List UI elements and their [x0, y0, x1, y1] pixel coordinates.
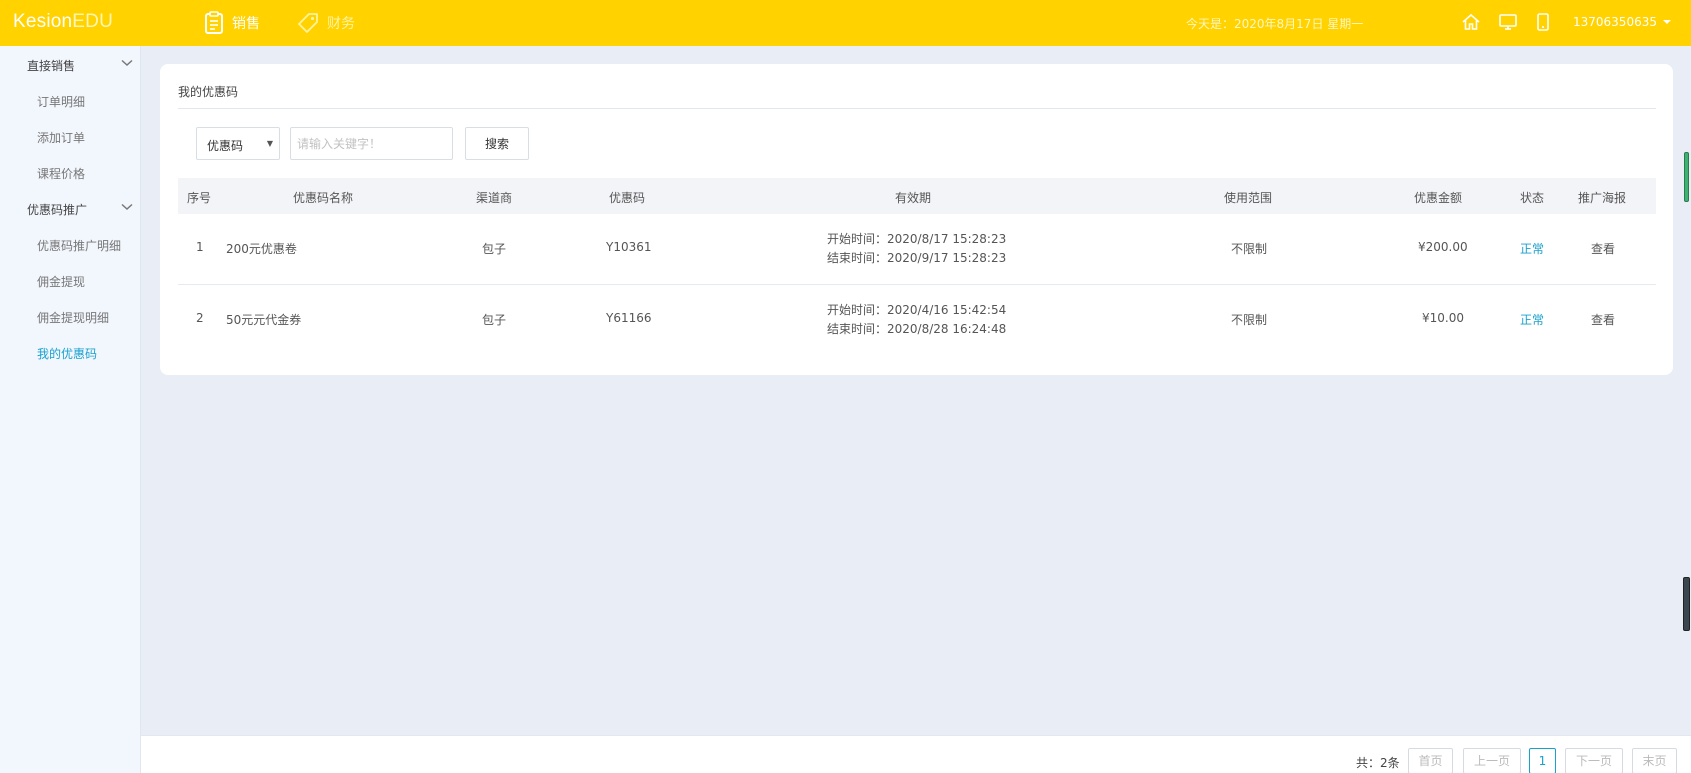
sidebar-group-label: 优惠码推广 [27, 203, 88, 217]
col-scope: 使用范围 [1224, 191, 1273, 205]
col-coupon-code: 优惠码 [609, 191, 646, 205]
nav-tab-finance[interactable]: 财务 [297, 0, 355, 46]
sidebar-group-direct-sales[interactable]: 直接销售 [27, 57, 133, 74]
sidebar-item-coupon-promo-details[interactable]: 优惠码推广明细 [37, 237, 121, 254]
caret-down-icon [1662, 20, 1671, 24]
user-account: 13706350635 [1573, 15, 1657, 29]
view-poster-link[interactable]: 查看 [1591, 311, 1615, 328]
monitor-icon[interactable] [1498, 12, 1518, 32]
prev-page-button[interactable]: 上一页 [1463, 748, 1521, 773]
col-index: 序号 [187, 191, 212, 205]
logo-accent-text: EDU [72, 11, 114, 32]
col-amount: 优惠金额 [1414, 191, 1463, 205]
validity-start: 开始时间：2020/8/17 15:28:23 [827, 232, 1007, 246]
cell-channel: 包子 [482, 242, 507, 256]
total-count: 共：2条 [1356, 756, 1400, 770]
chevron-down-icon [121, 59, 133, 66]
tag-icon [298, 13, 318, 33]
sidebar-item-order-details[interactable]: 订单明细 [37, 93, 85, 110]
filter-type-select[interactable]: 优惠码 ▼ [196, 127, 280, 160]
view-poster-link[interactable]: 查看 [1591, 240, 1615, 257]
status-badge: 正常 [1520, 242, 1545, 256]
title-divider [178, 108, 1656, 109]
cell-coupon-name: 50元元代金券 [226, 313, 302, 327]
clipboard-icon [205, 11, 223, 34]
next-page-button[interactable]: 下一页 [1565, 748, 1623, 773]
sidebar-item-my-coupons[interactable]: 我的优惠码 [37, 345, 97, 362]
logo-main-text: Kesion [13, 11, 73, 32]
nav-tab-finance-label: 财务 [327, 16, 355, 32]
nav-tab-sales-label: 销售 [232, 16, 260, 32]
cell-amount: ¥200.00 [1418, 240, 1468, 254]
cell-coupon-name: 200元优惠卷 [226, 242, 297, 256]
dropdown-arrow-icon: ▼ [266, 139, 273, 148]
user-menu[interactable]: 13706350635 [1573, 15, 1671, 29]
sidebar-group-label: 直接销售 [27, 59, 76, 73]
table-row: 2 50元元代金券 包子 Y61166 开始时间：2020/4/16 15:42… [178, 286, 1656, 357]
side-widget-handle[interactable] [1683, 577, 1690, 631]
scrollbar-thumb[interactable] [1684, 152, 1689, 202]
page-1-button[interactable]: 1 [1529, 748, 1556, 773]
cell-amount: ¥10.00 [1422, 311, 1464, 325]
status-badge: 正常 [1520, 313, 1545, 327]
first-page-button[interactable]: 首页 [1408, 748, 1453, 773]
table-header: 序号 优惠码名称 渠道商 优惠码 有效期 使用范围 优惠金额 状态 推广海报 [178, 178, 1656, 214]
cell-index: 2 [196, 311, 204, 325]
pagination-bar: 共：2条 首页 上一页 1 下一页 末页 [141, 735, 1691, 773]
cell-coupon-code: Y10361 [606, 240, 652, 254]
col-validity: 有效期 [895, 191, 932, 205]
cell-index: 1 [196, 240, 204, 254]
sidebar-group-coupon-promotion[interactable]: 优惠码推广 [27, 201, 133, 218]
cell-scope: 不限制 [1231, 242, 1268, 256]
col-channel: 渠道商 [476, 191, 513, 205]
sidebar-item-commission-withdraw-details[interactable]: 佣金提现明细 [37, 309, 109, 326]
cell-validity: 开始时间：2020/4/16 15:42:54 结束时间：2020/8/28 1… [827, 301, 1006, 339]
cell-channel: 包子 [482, 313, 507, 327]
sidebar-item-commission-withdraw[interactable]: 佣金提现 [37, 273, 85, 290]
col-poster: 推广海报 [1578, 191, 1627, 205]
last-page-button[interactable]: 末页 [1632, 748, 1677, 773]
top-header: KesionEDU 销售 财务 今天是：2020年8月17日 星期一 13706… [0, 0, 1691, 46]
coupon-card: 我的优惠码 优惠码 ▼ 搜索 序号 优惠码名称 渠道商 优惠码 有效期 使用范围… [160, 64, 1673, 375]
validity-end: 结束时间：2020/9/17 15:28:23 [827, 251, 1007, 265]
table-row: 1 200元优惠卷 包子 Y10361 开始时间：2020/8/17 15:28… [178, 214, 1656, 285]
col-status: 状态 [1520, 191, 1545, 205]
cell-coupon-code: Y61166 [606, 311, 652, 325]
chevron-down-icon [121, 203, 133, 210]
logo[interactable]: KesionEDU [13, 11, 113, 33]
validity-start: 开始时间：2020/4/16 15:42:54 [827, 303, 1007, 317]
home-icon[interactable] [1461, 12, 1481, 32]
page-title: 我的优惠码 [178, 85, 239, 99]
filter-type-value: 优惠码 [207, 139, 244, 153]
sidebar: 直接销售 订单明细 添加订单 课程价格 优惠码推广 优惠码推广明细 佣金提现 佣… [0, 46, 141, 773]
keyword-search-input[interactable] [290, 127, 453, 160]
sidebar-item-course-price[interactable]: 课程价格 [37, 165, 85, 182]
validity-end: 结束时间：2020/8/28 16:24:48 [827, 322, 1007, 336]
nav-tab-sales[interactable]: 销售 [204, 0, 260, 46]
mobile-icon[interactable] [1535, 12, 1551, 32]
col-coupon-name: 优惠码名称 [293, 191, 354, 205]
sidebar-item-add-order[interactable]: 添加订单 [37, 129, 85, 146]
cell-validity: 开始时间：2020/8/17 15:28:23 结束时间：2020/9/17 1… [827, 230, 1006, 268]
search-button[interactable]: 搜索 [465, 127, 529, 160]
cell-scope: 不限制 [1231, 313, 1268, 327]
today-date: 今天是：2020年8月17日 星期一 [1186, 17, 1364, 31]
